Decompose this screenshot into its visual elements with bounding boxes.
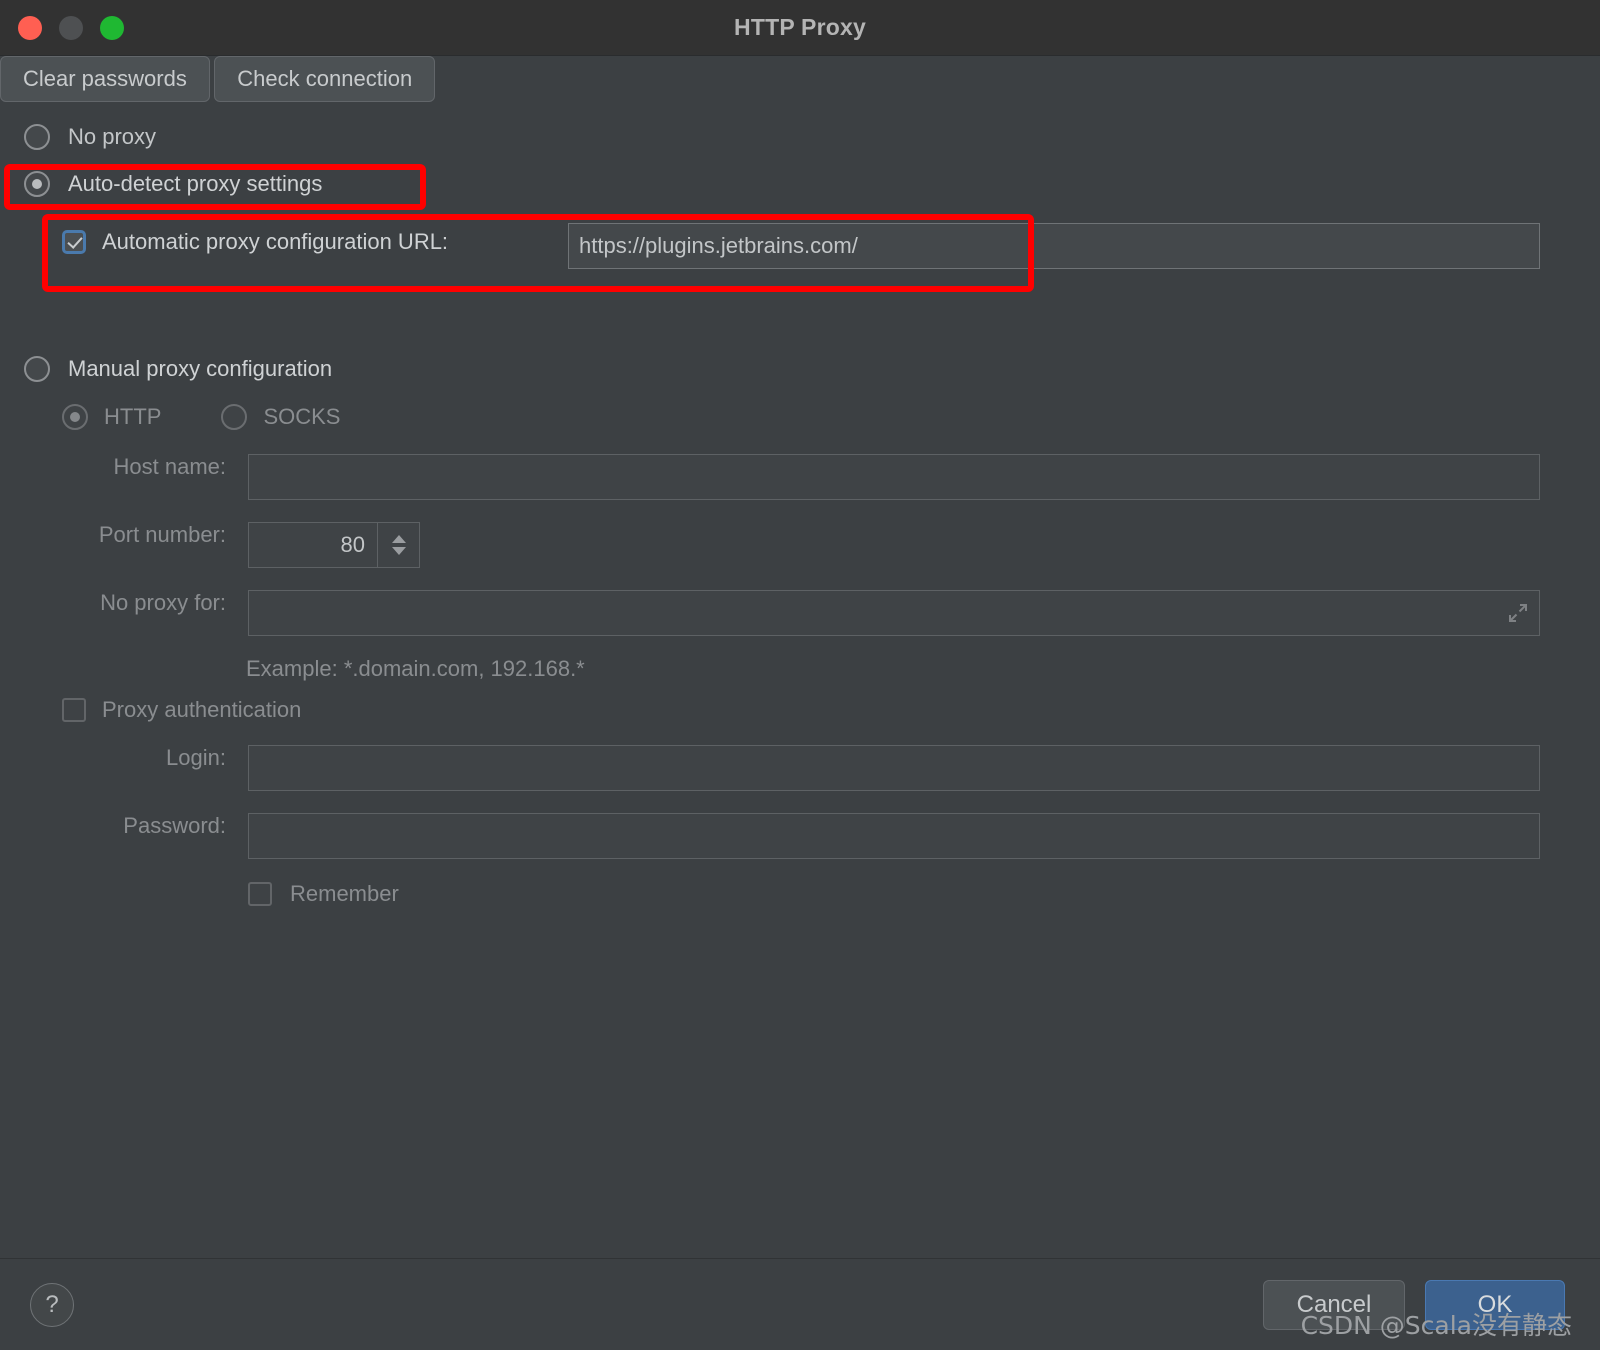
radio-auto-detect-label: Auto-detect proxy settings (68, 171, 323, 196)
pac-url-input[interactable]: https://plugins.jetbrains.com/ (568, 223, 1540, 269)
checkbox-proxy-authentication-indicator[interactable] (62, 698, 86, 722)
dialog-footer: ? Cancel OK (0, 1258, 1600, 1350)
login-input[interactable] (248, 745, 1540, 791)
radio-http-label: HTTP (104, 404, 162, 429)
checkbox-pac-indicator[interactable] (62, 230, 86, 254)
port-number-row: Port number: (58, 522, 248, 548)
minimize-window-button[interactable] (59, 15, 83, 40)
port-number-label: Port number: (98, 522, 226, 547)
radio-auto-detect-indicator[interactable] (24, 171, 50, 197)
checkbox-proxy-authentication-label: Proxy authentication (102, 697, 302, 722)
port-number-value: 80 (340, 532, 365, 557)
radio-no-proxy-label: No proxy (68, 124, 157, 149)
checkbox-automatic-proxy-configuration-url[interactable]: Automatic proxy configuration URL: (62, 229, 448, 255)
traffic-light-group (0, 15, 124, 40)
ok-button[interactable]: OK (1425, 1279, 1565, 1330)
check-connection-button[interactable]: Check connection (214, 56, 436, 102)
host-name-row: Host name: (58, 454, 248, 480)
radio-manual-proxy-configuration[interactable]: Manual proxy configuration (24, 356, 332, 382)
expand-icon[interactable] (1507, 602, 1529, 624)
radio-manual-label: Manual proxy configuration (68, 356, 333, 381)
window-titlebar: HTTP Proxy (0, 0, 1600, 56)
pac-url-value: https://plugins.jetbrains.com/ (579, 233, 858, 258)
checkbox-remember[interactable]: Remember (248, 881, 399, 907)
stepper-up-icon[interactable] (391, 535, 406, 543)
radio-auto-detect-proxy-settings[interactable]: Auto-detect proxy settings (24, 171, 322, 197)
radio-no-proxy-indicator[interactable] (24, 124, 50, 150)
checkbox-proxy-authentication[interactable]: Proxy authentication (62, 697, 301, 723)
password-row: Password: (58, 813, 248, 839)
no-proxy-for-example-text: Example: *.domain.com, 192.168.* (246, 656, 585, 681)
password-input[interactable] (248, 813, 1540, 859)
zoom-window-button[interactable] (100, 15, 124, 40)
port-number-stepper[interactable] (378, 522, 420, 568)
login-label: Login: (166, 745, 226, 770)
help-icon[interactable]: ? (30, 1282, 74, 1327)
host-name-input[interactable] (248, 454, 1540, 500)
password-label: Password: (123, 813, 226, 838)
window-title: HTTP Proxy (734, 14, 866, 40)
cancel-button[interactable]: Cancel (1263, 1279, 1405, 1330)
radio-socks-label: SOCKS (263, 404, 341, 429)
checkbox-remember-indicator[interactable] (248, 882, 272, 906)
protocol-radio-group: HTTP SOCKS (62, 404, 340, 430)
host-name-label: Host name: (113, 454, 227, 479)
http-proxy-dialog: HTTP Proxy No proxy Auto-detect proxy se… (0, 0, 1600, 1350)
port-number-input[interactable]: 80 (248, 522, 378, 568)
close-window-button[interactable] (18, 15, 42, 40)
radio-socks-indicator[interactable] (221, 404, 248, 430)
radio-http-indicator[interactable] (62, 404, 88, 430)
no-proxy-for-label: No proxy for: (100, 590, 226, 615)
dialog-body: No proxy Auto-detect proxy settings Auto… (0, 56, 1600, 1258)
login-row: Login: (58, 745, 248, 771)
radio-manual-indicator[interactable] (24, 356, 50, 382)
radio-no-proxy[interactable]: No proxy (24, 124, 156, 150)
no-proxy-for-row: No proxy for: (58, 590, 248, 616)
no-proxy-for-input[interactable] (248, 590, 1540, 636)
checkbox-remember-label: Remember (290, 881, 399, 906)
checkbox-pac-label: Automatic proxy configuration URL: (102, 229, 449, 254)
clear-passwords-button[interactable]: Clear passwords (0, 56, 210, 102)
stepper-down-icon[interactable] (391, 547, 406, 555)
